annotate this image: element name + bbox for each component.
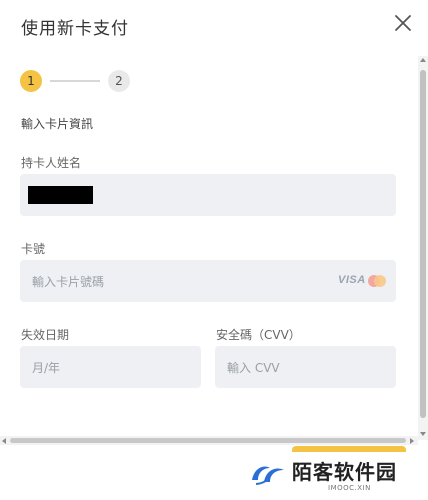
- redacted-value: [28, 186, 93, 204]
- dialog-title: 使用新卡支付: [21, 19, 129, 39]
- dialog-header: 使用新卡支付: [0, 0, 428, 52]
- vertical-scroll-thumb[interactable]: [420, 70, 426, 418]
- form-scroll-area[interactable]: 1 2 輸入卡片資訊 持卡人姓名 卡號 輸入卡片號碼 VISA 失效日期 月/年…: [0, 56, 418, 440]
- card-number-input[interactable]: 輸入卡片號碼 VISA: [20, 260, 396, 302]
- stepper: 1 2: [20, 70, 140, 92]
- scroll-left-icon[interactable]: [2, 438, 6, 444]
- scroll-down-icon[interactable]: [420, 432, 426, 436]
- payment-dialog: 使用新卡支付 1 2 輸入卡片資訊 持卡人姓名 卡號 輸入卡片號碼 VISA 失…: [0, 0, 428, 500]
- horizontal-scroll-thumb[interactable]: [10, 438, 406, 443]
- cvv-placeholder: 輸入 CVV: [227, 361, 280, 375]
- expiry-input[interactable]: 月/年: [20, 346, 201, 388]
- expiry-placeholder: 月/年: [32, 361, 61, 375]
- vertical-scrollbar[interactable]: [418, 56, 428, 440]
- cardholder-label: 持卡人姓名: [21, 156, 82, 170]
- scroll-up-icon[interactable]: [420, 58, 426, 62]
- close-icon[interactable]: [391, 11, 415, 35]
- next-button[interactable]: [292, 446, 406, 452]
- section-title: 輸入卡片資訊: [21, 117, 94, 131]
- watermark-logo-icon: [248, 458, 290, 488]
- visa-icon: VISA: [338, 274, 366, 286]
- step-2: 2: [108, 70, 130, 92]
- watermark-text: 陌客软件园: [292, 460, 397, 484]
- step-1: 1: [20, 70, 42, 92]
- watermark-subtext: IMOOC.XIN: [328, 484, 371, 492]
- horizontal-scrollbar[interactable]: [0, 436, 418, 445]
- cvv-label: 安全碼（CVV）: [216, 328, 301, 342]
- card-number-label: 卡號: [21, 242, 46, 256]
- scroll-right-icon[interactable]: [410, 438, 414, 444]
- mastercard-icon: [366, 273, 388, 289]
- cardholder-input[interactable]: [20, 174, 396, 216]
- step-connector: [50, 80, 100, 82]
- expiry-label: 失效日期: [21, 328, 70, 342]
- watermark: 陌客软件园 IMOOC.XIN: [248, 456, 418, 496]
- cvv-input[interactable]: 輸入 CVV: [215, 346, 396, 388]
- card-number-placeholder: 輸入卡片號碼: [32, 275, 105, 289]
